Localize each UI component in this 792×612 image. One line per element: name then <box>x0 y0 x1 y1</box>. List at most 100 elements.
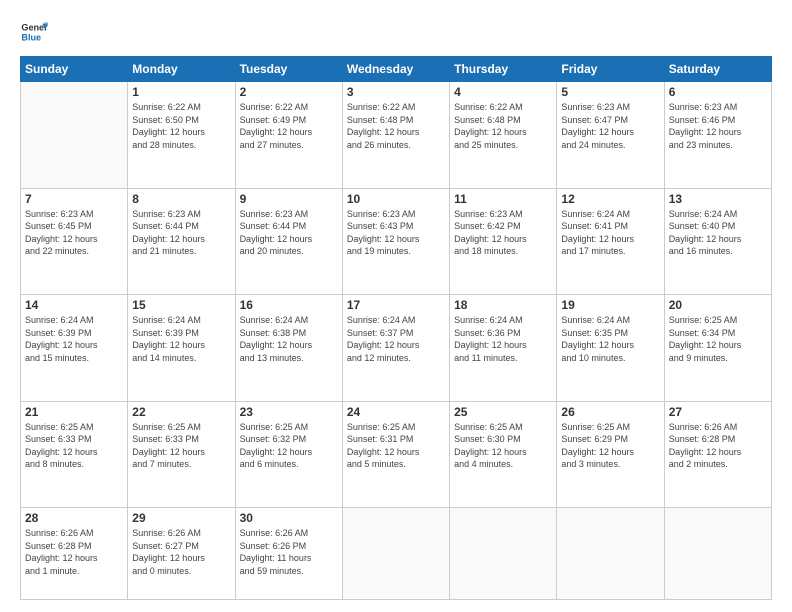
day-number: 30 <box>240 511 338 525</box>
day-info: Sunrise: 6:23 AM Sunset: 6:47 PM Dayligh… <box>561 101 659 151</box>
day-number: 2 <box>240 85 338 99</box>
calendar-cell: 24Sunrise: 6:25 AM Sunset: 6:31 PM Dayli… <box>342 401 449 508</box>
day-number: 16 <box>240 298 338 312</box>
weekday-header-thursday: Thursday <box>450 57 557 82</box>
day-info: Sunrise: 6:23 AM Sunset: 6:44 PM Dayligh… <box>240 208 338 258</box>
svg-text:Blue: Blue <box>21 32 41 42</box>
calendar-cell <box>664 508 771 600</box>
day-number: 3 <box>347 85 445 99</box>
day-info: Sunrise: 6:24 AM Sunset: 6:38 PM Dayligh… <box>240 314 338 364</box>
calendar-cell: 21 Sunrise: 6:25 AM Sunset: 6:33 PM Dayli… <box>21 401 128 508</box>
day-number: 5 <box>561 85 659 99</box>
day-info: Sunrise: 6:26 AM Sunset: 6:26 PM Dayligh… <box>240 527 338 577</box>
day-number: 13 <box>669 192 767 206</box>
day-number: 18 <box>454 298 552 312</box>
calendar-cell: 23 Sunrise: 6:25 AM Sunset: 6:32 PM Dayli… <box>235 401 342 508</box>
day-info: Sunrise: 6:26 AM Sunset: 6:27 PM Dayligh… <box>132 527 230 577</box>
week-row-4: 21 Sunrise: 6:25 AM Sunset: 6:33 PM Dayli… <box>21 401 772 508</box>
calendar-cell: 25 Sunrise: 6:25 AM Sunset: 6:30 PM Dayli… <box>450 401 557 508</box>
weekday-header-saturday: Saturday <box>664 57 771 82</box>
calendar-cell: 6 Sunrise: 6:23 AM Sunset: 6:46 PM Daylig… <box>664 82 771 189</box>
weekday-header-row: SundayMondayTuesdayWednesdayThursdayFrid… <box>21 57 772 82</box>
day-number: 1 <box>132 85 230 99</box>
calendar-cell: 10Sunrise: 6:23 AM Sunset: 6:43 PM Dayli… <box>342 188 449 295</box>
day-number: 26 <box>561 405 659 419</box>
day-info: Sunrise: 6:24 AM Sunset: 6:37 PM Dayligh… <box>347 314 445 364</box>
day-number: 6 <box>669 85 767 99</box>
calendar-cell: 17Sunrise: 6:24 AM Sunset: 6:37 PM Dayli… <box>342 295 449 402</box>
calendar-cell: 9Sunrise: 6:23 AM Sunset: 6:44 PM Daylig… <box>235 188 342 295</box>
header: General Blue <box>20 18 772 46</box>
calendar-cell <box>557 508 664 600</box>
weekday-header-sunday: Sunday <box>21 57 128 82</box>
calendar-cell <box>450 508 557 600</box>
calendar-cell: 14 Sunrise: 6:24 AM Sunset: 6:39 PM Dayli… <box>21 295 128 402</box>
calendar-cell: 29 Sunrise: 6:26 AM Sunset: 6:27 PM Dayli… <box>128 508 235 600</box>
day-number: 4 <box>454 85 552 99</box>
day-number: 29 <box>132 511 230 525</box>
calendar-cell: 12 Sunrise: 6:24 AM Sunset: 6:41 PM Dayli… <box>557 188 664 295</box>
calendar-cell: 7Sunrise: 6:23 AM Sunset: 6:45 PM Daylig… <box>21 188 128 295</box>
day-info: Sunrise: 6:24 AM Sunset: 6:39 PM Dayligh… <box>132 314 230 364</box>
calendar-cell: 30 Sunrise: 6:26 AM Sunset: 6:26 PM Dayli… <box>235 508 342 600</box>
week-row-3: 14 Sunrise: 6:24 AM Sunset: 6:39 PM Dayli… <box>21 295 772 402</box>
day-info: Sunrise: 6:26 AM Sunset: 6:28 PM Dayligh… <box>25 527 123 577</box>
calendar-cell: 16 Sunrise: 6:24 AM Sunset: 6:38 PM Dayli… <box>235 295 342 402</box>
weekday-header-wednesday: Wednesday <box>342 57 449 82</box>
calendar-cell <box>21 82 128 189</box>
day-info: Sunrise: 6:22 AM Sunset: 6:48 PM Dayligh… <box>454 101 552 151</box>
calendar-cell: 15 Sunrise: 6:24 AM Sunset: 6:39 PM Dayli… <box>128 295 235 402</box>
weekday-header-tuesday: Tuesday <box>235 57 342 82</box>
day-info: Sunrise: 6:25 AM Sunset: 6:33 PM Dayligh… <box>132 421 230 471</box>
page: General Blue SundayMondayTuesdayWednesda… <box>0 0 792 612</box>
day-number: 14 <box>25 298 123 312</box>
calendar-cell: 13 Sunrise: 6:24 AM Sunset: 6:40 PM Dayli… <box>664 188 771 295</box>
day-info: Sunrise: 6:25 AM Sunset: 6:30 PM Dayligh… <box>454 421 552 471</box>
day-info: Sunrise: 6:23 AM Sunset: 6:43 PM Dayligh… <box>347 208 445 258</box>
calendar-cell: 8 Sunrise: 6:23 AM Sunset: 6:44 PM Daylig… <box>128 188 235 295</box>
day-number: 12 <box>561 192 659 206</box>
calendar-cell: 26 Sunrise: 6:25 AM Sunset: 6:29 PM Dayli… <box>557 401 664 508</box>
calendar-cell: 3 Sunrise: 6:22 AM Sunset: 6:48 PM Daylig… <box>342 82 449 189</box>
week-row-5: 28 Sunrise: 6:26 AM Sunset: 6:28 PM Dayli… <box>21 508 772 600</box>
weekday-header-friday: Friday <box>557 57 664 82</box>
day-number: 8 <box>132 192 230 206</box>
calendar-cell: 22 Sunrise: 6:25 AM Sunset: 6:33 PM Dayli… <box>128 401 235 508</box>
day-info: Sunrise: 6:23 AM Sunset: 6:44 PM Dayligh… <box>132 208 230 258</box>
day-info: Sunrise: 6:23 AM Sunset: 6:46 PM Dayligh… <box>669 101 767 151</box>
day-number: 15 <box>132 298 230 312</box>
day-number: 24 <box>347 405 445 419</box>
calendar-cell: 4 Sunrise: 6:22 AM Sunset: 6:48 PM Daylig… <box>450 82 557 189</box>
calendar-cell: 28 Sunrise: 6:26 AM Sunset: 6:28 PM Dayli… <box>21 508 128 600</box>
day-number: 28 <box>25 511 123 525</box>
day-number: 21 <box>25 405 123 419</box>
day-info: Sunrise: 6:24 AM Sunset: 6:40 PM Dayligh… <box>669 208 767 258</box>
calendar-cell: 27 Sunrise: 6:26 AM Sunset: 6:28 PM Dayli… <box>664 401 771 508</box>
day-info: Sunrise: 6:22 AM Sunset: 6:48 PM Dayligh… <box>347 101 445 151</box>
calendar-cell: 11Sunrise: 6:23 AM Sunset: 6:42 PM Dayli… <box>450 188 557 295</box>
day-info: Sunrise: 6:26 AM Sunset: 6:28 PM Dayligh… <box>669 421 767 471</box>
day-info: Sunrise: 6:25 AM Sunset: 6:34 PM Dayligh… <box>669 314 767 364</box>
calendar-cell: 18 Sunrise: 6:24 AM Sunset: 6:36 PM Dayli… <box>450 295 557 402</box>
week-row-2: 7Sunrise: 6:23 AM Sunset: 6:45 PM Daylig… <box>21 188 772 295</box>
calendar-cell: 20Sunrise: 6:25 AM Sunset: 6:34 PM Dayli… <box>664 295 771 402</box>
day-number: 23 <box>240 405 338 419</box>
day-number: 25 <box>454 405 552 419</box>
day-info: Sunrise: 6:25 AM Sunset: 6:29 PM Dayligh… <box>561 421 659 471</box>
day-number: 11 <box>454 192 552 206</box>
day-info: Sunrise: 6:24 AM Sunset: 6:39 PM Dayligh… <box>25 314 123 364</box>
day-info: Sunrise: 6:25 AM Sunset: 6:33 PM Dayligh… <box>25 421 123 471</box>
day-info: Sunrise: 6:24 AM Sunset: 6:36 PM Dayligh… <box>454 314 552 364</box>
calendar-cell: 5 Sunrise: 6:23 AM Sunset: 6:47 PM Daylig… <box>557 82 664 189</box>
day-number: 22 <box>132 405 230 419</box>
calendar-cell <box>342 508 449 600</box>
day-info: Sunrise: 6:24 AM Sunset: 6:41 PM Dayligh… <box>561 208 659 258</box>
day-info: Sunrise: 6:23 AM Sunset: 6:45 PM Dayligh… <box>25 208 123 258</box>
day-number: 27 <box>669 405 767 419</box>
day-info: Sunrise: 6:24 AM Sunset: 6:35 PM Dayligh… <box>561 314 659 364</box>
calendar-cell: 2Sunrise: 6:22 AM Sunset: 6:49 PM Daylig… <box>235 82 342 189</box>
week-row-1: 1Sunrise: 6:22 AM Sunset: 6:50 PM Daylig… <box>21 82 772 189</box>
day-info: Sunrise: 6:25 AM Sunset: 6:32 PM Dayligh… <box>240 421 338 471</box>
calendar-table: SundayMondayTuesdayWednesdayThursdayFrid… <box>20 56 772 600</box>
calendar-cell: 1Sunrise: 6:22 AM Sunset: 6:50 PM Daylig… <box>128 82 235 189</box>
